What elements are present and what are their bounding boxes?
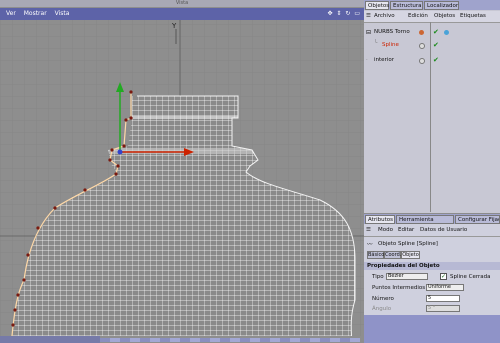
tab-objetos[interactable]: Objetos (365, 1, 389, 10)
spline-icon (419, 58, 425, 64)
maximize-view-icon[interactable]: ▭ (354, 8, 360, 20)
puntos-label: Puntos Intermedios (372, 285, 426, 291)
angulo-input[interactable]: 5 ° (426, 305, 460, 312)
closed-spline-checkbox[interactable]: ✓ (440, 273, 447, 280)
object-manager-tabs: Objetos Estructura Localizador (364, 0, 500, 10)
menu-archivo[interactable]: Archivo (374, 13, 395, 19)
viewport-panel[interactable]: Vista Ver Mostrar Vista ✥ ⇕ ↻ ▭ Y (0, 0, 364, 343)
subtab-coord[interactable]: Coord. (384, 251, 401, 259)
collapse-icon[interactable]: ⊟ (366, 27, 371, 38)
object-row-interior[interactable]: · interior ✔ (364, 55, 500, 66)
viewport-menubar: Ver Mostrar Vista ✥ ⇕ ↻ ▭ (0, 8, 364, 20)
object-row-nurbs-torno[interactable]: ⊟ NURBS Torno ✔ (364, 27, 500, 38)
tab-herramienta-activa[interactable]: Herramienta Activa (396, 215, 454, 232)
menu-editar[interactable]: Editar (398, 227, 414, 233)
viewport-title: Vista (0, 0, 364, 7)
visibility-check-icon[interactable]: ✔ (433, 27, 439, 38)
visibility-check-icon[interactable]: ✔ (433, 55, 439, 66)
object-row-spline[interactable]: └ Spline ✔ (364, 40, 500, 51)
object-name: interior (374, 57, 394, 63)
move-view-icon[interactable]: ✥ (327, 8, 332, 20)
menu-edicion[interactable]: Edición (408, 13, 428, 19)
spline-icon (419, 43, 425, 49)
phong-tag-icon[interactable] (444, 30, 449, 35)
numero-label: Número (372, 296, 394, 302)
attribute-manager-menu: ☰ Modo Editar Datos de Usuario (364, 225, 500, 237)
spline-object-icon: 〰 (367, 242, 373, 248)
scene-canvas[interactable] (0, 20, 364, 336)
puntos-select[interactable]: Uniforme (426, 284, 464, 291)
subtab-basico[interactable]: Básico (367, 251, 384, 259)
object-manager-panel: Objetos Estructura Localizador ☰ Archivo… (364, 0, 500, 213)
visibility-check-icon[interactable]: ✔ (433, 40, 439, 51)
menu-modo[interactable]: Modo (378, 227, 393, 233)
tab-localizador[interactable]: Localizador (424, 1, 459, 10)
object-manager-menu: ☰ Archivo Edición Objetos Etiquetas (364, 11, 500, 23)
menu-vista[interactable]: Vista (55, 8, 70, 20)
object-title: Objeto Spline [Spline] (378, 241, 438, 247)
tipo-label: Tipo (372, 274, 384, 280)
section-header: Propiedades del Objeto (364, 262, 500, 270)
viewport-nav-icons: ✥ ⇕ ↻ ▭ (325, 8, 360, 20)
tree-branch-icon: └ (374, 40, 378, 46)
numero-input[interactable]: 5 (426, 295, 460, 302)
menu-etiquetas[interactable]: Etiquetas (460, 13, 486, 19)
mode-menu-icon[interactable]: ☰ (366, 227, 371, 233)
menu-datos-usuario[interactable]: Datos de Usuario (420, 227, 467, 233)
object-name: Spline (382, 42, 399, 48)
subtab-objeto[interactable]: Objeto (401, 251, 420, 259)
tab-estructura[interactable]: Estructura (390, 1, 423, 10)
zoom-view-icon[interactable]: ⇕ (336, 8, 341, 20)
rotate-view-icon[interactable]: ↻ (345, 8, 350, 20)
menu-objetos[interactable]: Objetos (434, 13, 455, 19)
axis-label-y: Y (172, 22, 177, 30)
empty-panel-area (364, 315, 500, 343)
angulo-label: Ángulo (372, 306, 392, 312)
viewport-ruler (100, 338, 360, 342)
file-menu-icon[interactable]: ☰ (366, 13, 371, 19)
attribute-manager-tabs: Atributos Herramienta Activa Configurar … (364, 214, 500, 232)
lathe-icon (419, 30, 424, 35)
tipo-select[interactable]: Bezier (386, 273, 428, 280)
tab-atributos[interactable]: Atributos (365, 215, 395, 224)
tree-branch-icon: · (366, 57, 368, 63)
tab-configurar-fijacion[interactable]: Configurar Fijac (455, 215, 500, 224)
attribute-manager-panel: Atributos Herramienta Activa Configurar … (364, 214, 500, 343)
object-name: NURBS Torno (374, 29, 410, 35)
statusbar (0, 336, 100, 343)
menu-ver[interactable]: Ver (6, 8, 16, 20)
menu-mostrar[interactable]: Mostrar (24, 8, 47, 20)
closed-spline-label: Spline Cerrada (450, 274, 491, 280)
